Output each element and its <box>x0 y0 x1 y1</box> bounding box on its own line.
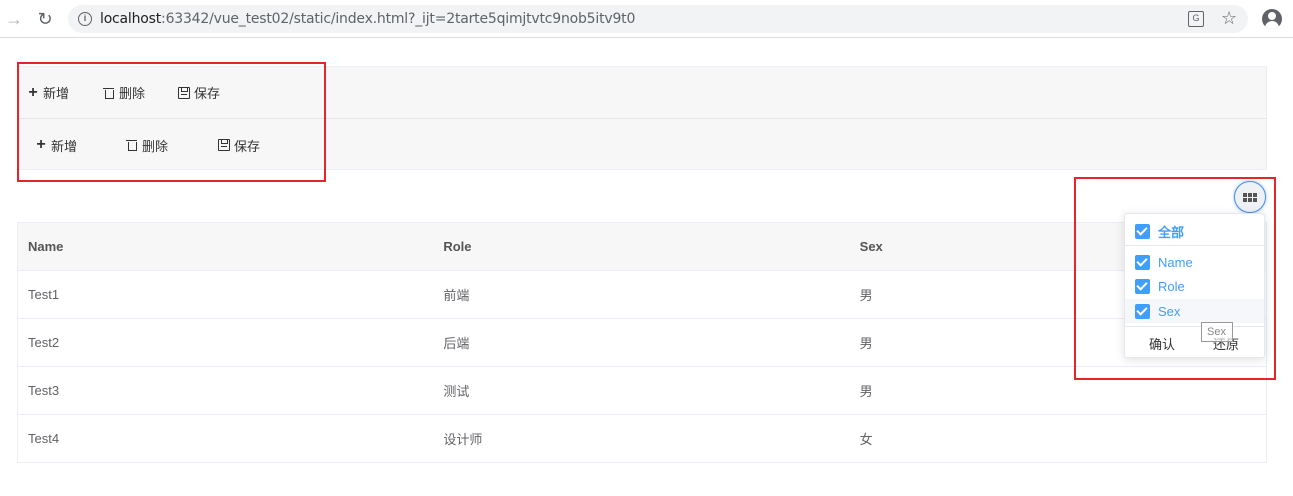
back-arrow-icon[interactable]: → <box>3 8 25 30</box>
cell-role: 前端 <box>443 288 470 303</box>
trash-icon <box>103 87 115 99</box>
table-row[interactable]: Test4 设计师 女 <box>18 415 1266 463</box>
checkbox-checked-icon[interactable] <box>1135 278 1150 294</box>
column-settings-button[interactable] <box>1234 181 1266 213</box>
url-host: localhost <box>100 11 162 27</box>
table-header-row: Name Role Sex <box>18 223 1266 271</box>
table-row[interactable]: Test3 测试 男 <box>18 367 1266 415</box>
toolbar-area: + 新增 删除 保存 + 新增 删除 保存 <box>17 66 1267 170</box>
column-option-label: Role <box>1158 278 1185 294</box>
url-text[interactable]: localhost:63342/vue_test02/static/index.… <box>100 11 635 27</box>
divider <box>1125 326 1264 327</box>
select-all-option[interactable]: 全部 <box>1125 219 1264 243</box>
toolbar-row-1: + 新增 删除 保存 <box>18 67 1266 119</box>
cell-role: 设计师 <box>443 432 483 447</box>
column-option-sex[interactable]: Sex <box>1125 299 1264 323</box>
divider <box>1125 245 1264 246</box>
header-name[interactable]: Name <box>18 239 433 254</box>
browser-toolbar: → ↻ i localhost:63342/vue_test02/static/… <box>0 0 1293 38</box>
column-option-name[interactable]: Name <box>1125 250 1264 274</box>
column-option-label: Sex <box>1158 303 1181 319</box>
table-row[interactable]: Test1 前端 男 <box>18 271 1266 319</box>
confirm-button[interactable]: 确认 <box>1149 334 1175 353</box>
address-bar[interactable]: i localhost:63342/vue_test02/static/inde… <box>68 5 1248 33</box>
toolbar-row-2: + 新增 删除 保存 <box>18 119 1266 171</box>
cell-name: Test4 <box>28 431 60 446</box>
cell-role: 测试 <box>443 384 470 399</box>
info-icon[interactable]: i <box>78 12 92 26</box>
column-option-label: Name <box>1158 254 1193 270</box>
save-button[interactable]: 保存 <box>178 83 220 102</box>
checkbox-checked-icon[interactable] <box>1135 303 1150 319</box>
account-icon[interactable] <box>1262 9 1282 29</box>
plus-icon: + <box>36 136 46 153</box>
select-all-label: 全部 <box>1158 224 1185 240</box>
drag-tooltip: Sex <box>1201 322 1233 342</box>
save-button-label: 保存 <box>234 138 261 154</box>
delete-button-label: 删除 <box>119 86 146 101</box>
add-button-label: 新增 <box>43 86 70 101</box>
table-row[interactable]: Test2 后端 男 <box>18 319 1266 367</box>
cell-name: Test2 <box>28 335 60 350</box>
cell-name: Test3 <box>28 383 60 398</box>
data-table: Name Role Sex Test1 前端 男 Test2 后端 男 Test… <box>17 222 1267 463</box>
url-path: :63342/vue_test02/static/index.html?_ijt… <box>161 11 636 27</box>
delete-button[interactable]: 删除 <box>103 83 145 102</box>
plus-icon: + <box>28 83 38 101</box>
bookmark-star-icon[interactable]: ☆ <box>1221 8 1237 29</box>
add-button-label: 新增 <box>51 138 78 154</box>
save-icon <box>178 86 190 99</box>
cell-sex: 女 <box>859 432 873 447</box>
column-option-role[interactable]: Role <box>1125 274 1264 298</box>
translate-icon[interactable]: G <box>1188 11 1204 27</box>
cell-name: Test1 <box>28 287 60 302</box>
add-button[interactable]: + 新增 <box>27 83 69 102</box>
checkbox-checked-icon[interactable] <box>1135 254 1150 270</box>
save-icon <box>218 139 230 151</box>
cell-sex: 男 <box>859 384 873 399</box>
cell-role: 后端 <box>443 336 470 351</box>
delete-button-label: 删除 <box>142 138 169 154</box>
save-button-label: 保存 <box>194 86 221 101</box>
checkbox-checked-icon[interactable] <box>1135 223 1150 239</box>
add-button[interactable]: + 新增 <box>35 136 77 155</box>
header-role[interactable]: Role <box>433 239 849 254</box>
reload-icon[interactable]: ↻ <box>34 8 56 30</box>
save-button[interactable]: 保存 <box>218 136 260 155</box>
grid-icon <box>1243 192 1257 202</box>
delete-button[interactable]: 删除 <box>126 136 168 155</box>
column-filter-dropdown: 全部 Name Role Sex 确认 还原 <box>1124 213 1265 358</box>
trash-icon <box>126 139 138 151</box>
